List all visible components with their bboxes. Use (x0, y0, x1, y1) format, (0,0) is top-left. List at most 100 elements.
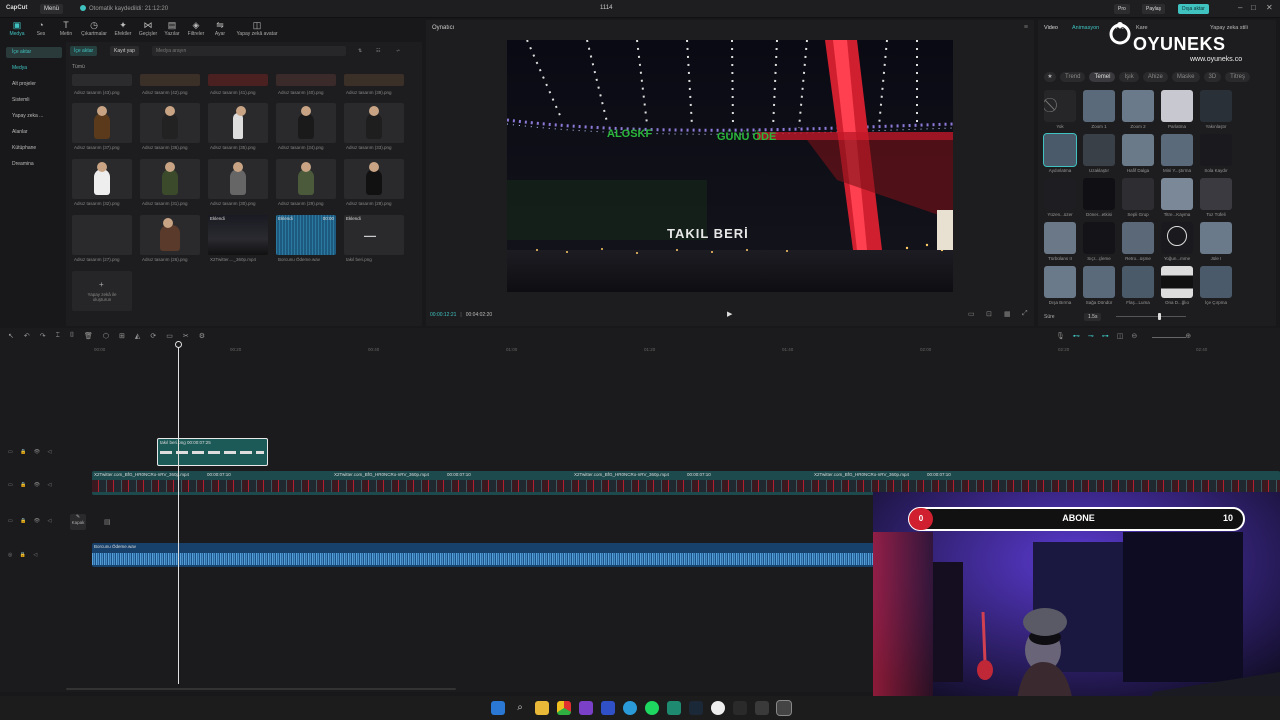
effect-item[interactable] (1122, 222, 1154, 254)
tab-video[interactable]: Video (1044, 25, 1058, 31)
effect-item[interactable] (1044, 222, 1076, 254)
tool-stickers[interactable]: ◷ Çıkartmalar (81, 20, 107, 37)
sidebar-item-media[interactable]: Medya (6, 63, 62, 74)
overlay-track-icon[interactable]: ▤ (104, 518, 111, 526)
pro-button[interactable]: Pro (1114, 4, 1130, 14)
quality-icon[interactable]: ▦ (1004, 310, 1011, 318)
tool-text[interactable]: T Metin (53, 20, 79, 37)
video-track-controls[interactable]: ▭ 🔒 👁 ◁ (8, 482, 54, 488)
tool-audio[interactable]: ◔ Ses (28, 20, 54, 37)
effect-item[interactable] (1044, 178, 1076, 210)
duration-value[interactable]: 1.5s (1084, 313, 1102, 321)
crop-tool-icon[interactable]: ⊞ (119, 332, 125, 340)
effect-item[interactable] (1083, 178, 1115, 210)
sidebar-item-import[interactable]: İçe aktar (6, 47, 62, 58)
effect-none[interactable]: ⃠ (1044, 90, 1076, 122)
freeze-icon[interactable]: ▭ (166, 332, 173, 340)
effect-item[interactable] (1161, 266, 1193, 298)
tool-effects[interactable]: ✦ Efektler (110, 20, 136, 37)
tool-captions[interactable]: ▤ Yazılar (159, 20, 185, 37)
tool-transitions[interactable]: ⋈ Geçişler (135, 20, 161, 37)
overlay-track-controls[interactable]: ▭ 🔒 👁 ◁ (8, 518, 54, 524)
zoom-in-icon[interactable]: ⊕ (1185, 332, 1191, 340)
export-button[interactable]: Dışa aktar (1178, 4, 1209, 14)
media-item[interactable]: Adsız tasarım (29).png (276, 159, 336, 211)
auto-cut-icon[interactable]: ✂ (183, 332, 189, 340)
add-media-button[interactable]: + Yapay zekâ ile oluşturun (72, 271, 132, 311)
category-light[interactable]: Işık (1119, 72, 1139, 82)
category-trend[interactable]: Trend (1060, 72, 1086, 82)
share-button[interactable]: Paylaş (1142, 4, 1166, 14)
media-item[interactable]: Adsız tasarım (32).png (72, 159, 132, 211)
tool-adjust[interactable]: ⇋ Ayar (207, 20, 233, 37)
crop-icon[interactable]: ⊡ (986, 310, 992, 318)
tab-animation[interactable]: Animasyon (1072, 25, 1099, 31)
maximize-icon[interactable]: □ (1251, 3, 1256, 12)
app-icon[interactable] (733, 701, 747, 715)
project-name[interactable]: 1114 (600, 5, 612, 11)
effect-item[interactable] (1122, 178, 1154, 210)
media-item[interactable]: Adsız tasarım (34).png (276, 103, 336, 155)
app-icon[interactable] (579, 701, 593, 715)
effect-item[interactable] (1122, 90, 1154, 122)
split-icon[interactable]: ⌶ (56, 332, 60, 340)
favorite-icon[interactable]: ★ (1044, 72, 1056, 82)
media-item[interactable]: Adsız tasarım (26).png (140, 215, 200, 267)
view-icon[interactable]: ☷ (372, 46, 384, 56)
media-item[interactable]: Adsız tasarım (30).png (208, 159, 268, 211)
category-ahize[interactable]: Ahize (1142, 72, 1168, 82)
effect-item[interactable] (1122, 134, 1154, 166)
effect-item[interactable] (1083, 266, 1115, 298)
audio-track-controls[interactable]: ◎ 🔒 ◁ (8, 552, 40, 558)
tool-media[interactable]: ▣ Medya (4, 20, 30, 37)
audio-clip[interactable]: Borcunu Ödeme.wav (92, 543, 882, 567)
slider-handle[interactable] (1158, 313, 1161, 320)
effect-item[interactable] (1200, 90, 1232, 122)
fullscreen-icon[interactable]: ⤢ (1022, 310, 1028, 318)
auto-snap-icon[interactable]: ⊸ (1088, 332, 1094, 340)
effect-item[interactable] (1200, 134, 1232, 166)
start-icon[interactable] (491, 701, 505, 715)
app-icon[interactable] (711, 701, 725, 715)
media-item[interactable]: Adsız tasarım (33).png (344, 103, 404, 155)
media-item[interactable]: Adsız tasarım (28).png (344, 159, 404, 211)
cover-button[interactable]: ✎ Kapak (70, 514, 86, 530)
preview-axis-icon[interactable]: ◫ (1117, 332, 1124, 340)
effect-item[interactable] (1083, 222, 1115, 254)
spotify-icon[interactable] (645, 701, 659, 715)
search-icon[interactable]: ⌕ (513, 701, 527, 715)
play-icon[interactable]: ▶ (727, 310, 732, 318)
text-clip[interactable]: takıl beri.png 00:00:07:25 (157, 438, 268, 466)
effect-item[interactable] (1161, 90, 1193, 122)
select-tool-icon[interactable]: ↖ (8, 332, 14, 340)
sort-icon[interactable]: ⇅ (354, 46, 366, 56)
text-track-controls[interactable]: ▭ 🔒 👁 ◁ (8, 449, 54, 455)
sidebar-item-ai[interactable]: Yapay zeka ... (6, 111, 62, 122)
file-explorer-icon[interactable] (535, 701, 549, 715)
linkage-icon[interactable]: ⊶ (1102, 332, 1109, 340)
effect-item[interactable] (1044, 266, 1076, 298)
filter-icon[interactable]: ⩫ (392, 46, 404, 56)
media-item[interactable]: Adsız tasarım (35).png (208, 103, 268, 155)
sidebar-item-dreamina[interactable]: Dreamina (6, 159, 62, 170)
delete-icon[interactable]: 🗑 (84, 332, 93, 340)
ai-tool-icon[interactable]: ⚙ (199, 332, 205, 340)
media-item[interactable]: Adsız tasarım (31).png (140, 159, 200, 211)
effect-item[interactable] (1083, 90, 1115, 122)
undo-icon[interactable]: ↶ (24, 332, 30, 340)
import-button[interactable]: İçe aktar (70, 46, 98, 56)
capcut-icon[interactable] (776, 700, 792, 716)
zoom-out-icon[interactable]: ⊖ (1131, 332, 1137, 340)
effect-item[interactable] (1200, 178, 1232, 210)
playhead[interactable] (175, 341, 182, 684)
media-item[interactable]: Eklendi X2Twitter...._360p.mp4 (208, 215, 268, 267)
mic-icon[interactable]: 🎙 (1056, 332, 1065, 340)
effect-item[interactable] (1122, 266, 1154, 298)
media-search-input[interactable]: Medya arayın (152, 46, 346, 56)
telegram-icon[interactable] (623, 701, 637, 715)
category-mask[interactable]: Maske (1171, 72, 1200, 82)
sidebar-item-library[interactable]: Kütüphane (6, 143, 62, 154)
effect-item[interactable] (1200, 222, 1232, 254)
player-menu-icon[interactable]: ≡ (1024, 24, 1028, 31)
redo-icon[interactable]: ↷ (40, 332, 46, 340)
